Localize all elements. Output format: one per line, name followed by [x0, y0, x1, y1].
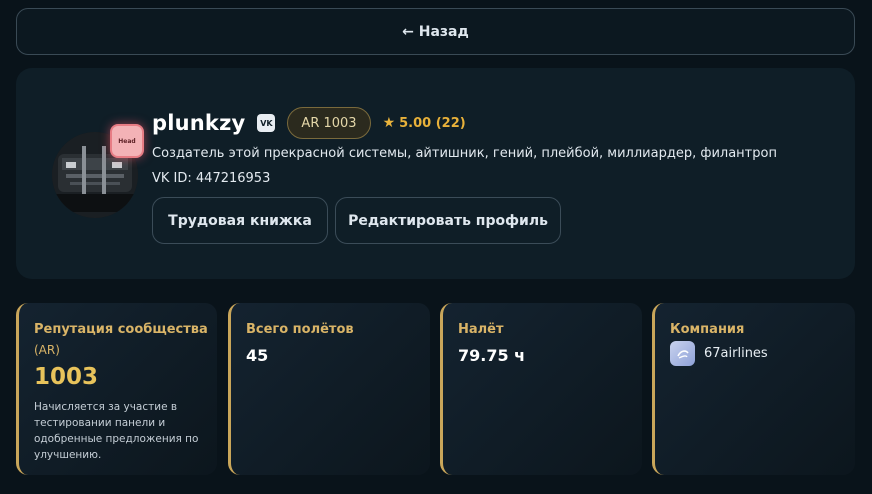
- flights-title: Всего полётов: [246, 322, 354, 337]
- reputation-card: Репутация сообщества (AR) 1003 Начисляет…: [16, 303, 217, 475]
- company-card: Компания 67airlines: [652, 303, 855, 475]
- flights-card: Всего полётов 45: [228, 303, 430, 475]
- reputation-value: 1003: [34, 364, 99, 390]
- vk-icon[interactable]: VK: [257, 114, 276, 132]
- reputation-note: Начисляется за участие в тестировании па…: [34, 401, 199, 461]
- star-icon: ★: [382, 115, 396, 131]
- work-book-button[interactable]: Трудовая книжка: [152, 197, 328, 244]
- hours-title: Налёт: [458, 322, 504, 337]
- airline-logo-icon: [670, 341, 695, 366]
- back-button[interactable]: ← Назад: [16, 8, 855, 55]
- reputation-subtitle: (AR): [34, 343, 60, 357]
- name-row: plunkzy VK AR 1003 ★ 5.00 (22): [152, 107, 466, 139]
- username: plunkzy: [152, 111, 246, 135]
- reputation-title-text: Репутация сообщества: [34, 322, 208, 337]
- vk-id: VK ID: 447216953: [152, 171, 271, 186]
- vk-icon-label: VK: [260, 118, 273, 128]
- flights-value: 45: [246, 346, 269, 365]
- hours-card: Налёт 79.75 ч: [440, 303, 642, 475]
- company-link[interactable]: 67airlines: [670, 341, 768, 366]
- ar-badge: AR 1003: [287, 107, 371, 139]
- head-badge: Head: [110, 124, 144, 158]
- company-name: 67airlines: [704, 346, 768, 361]
- profile-bio: Создатель этой прекрасной системы, айтиш…: [152, 146, 777, 161]
- hours-value: 79.75 ч: [458, 346, 526, 365]
- profile-card: Head plunkzy VK AR 1003 ★ 5.00 (22) Созд…: [16, 68, 855, 279]
- reputation-title: Репутация сообщества (AR): [34, 320, 208, 360]
- rating: ★ 5.00 (22): [383, 115, 466, 131]
- edit-profile-button[interactable]: Редактировать профиль: [335, 197, 561, 244]
- company-title: Компания: [670, 322, 745, 337]
- rating-value: 5.00 (22): [399, 115, 466, 131]
